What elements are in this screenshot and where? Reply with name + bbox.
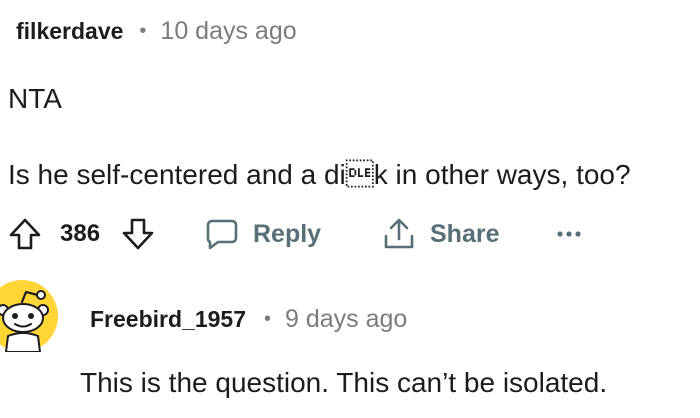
share-label: Share	[430, 219, 500, 248]
reply-meta: Freebird_1957 • 9 days ago	[90, 302, 407, 336]
speech-bubble-icon	[206, 219, 238, 250]
reply-author-link[interactable]: Freebird_1957	[90, 306, 246, 333]
more-dots-icon	[557, 231, 581, 237]
upvote-arrow-icon	[9, 218, 41, 250]
reddit-snoo-avatar-icon	[0, 280, 58, 352]
meta-separator: •	[263, 307, 271, 330]
reply-body: This is the question. This can’t be isol…	[80, 367, 608, 398]
reply-label: Reply	[253, 219, 322, 248]
share-upload-icon	[384, 218, 414, 249]
comment-body-line-1: NTA	[8, 83, 62, 114]
comment-author-link[interactable]: filkerdave	[16, 18, 123, 45]
upvote-button[interactable]	[8, 210, 42, 258]
meta-separator: •	[139, 19, 147, 42]
comment-action-bar: 386 Reply Share	[0, 210, 700, 258]
downvote-arrow-icon	[122, 218, 154, 250]
comment-body-line-2: Is he self-centered and a dik in other …	[8, 159, 631, 190]
comment-meta: filkerdave • 10 days ago	[16, 14, 297, 48]
more-options-button[interactable]	[556, 210, 582, 258]
reply-button[interactable]: Reply	[205, 210, 321, 258]
downvote-button[interactable]	[121, 210, 155, 258]
reply-timestamp[interactable]: 9 days ago	[285, 305, 407, 334]
comment-timestamp[interactable]: 10 days ago	[160, 17, 296, 46]
vote-score: 386	[60, 220, 101, 247]
reply-avatar[interactable]	[0, 280, 64, 352]
share-button[interactable]: Share	[382, 210, 499, 258]
